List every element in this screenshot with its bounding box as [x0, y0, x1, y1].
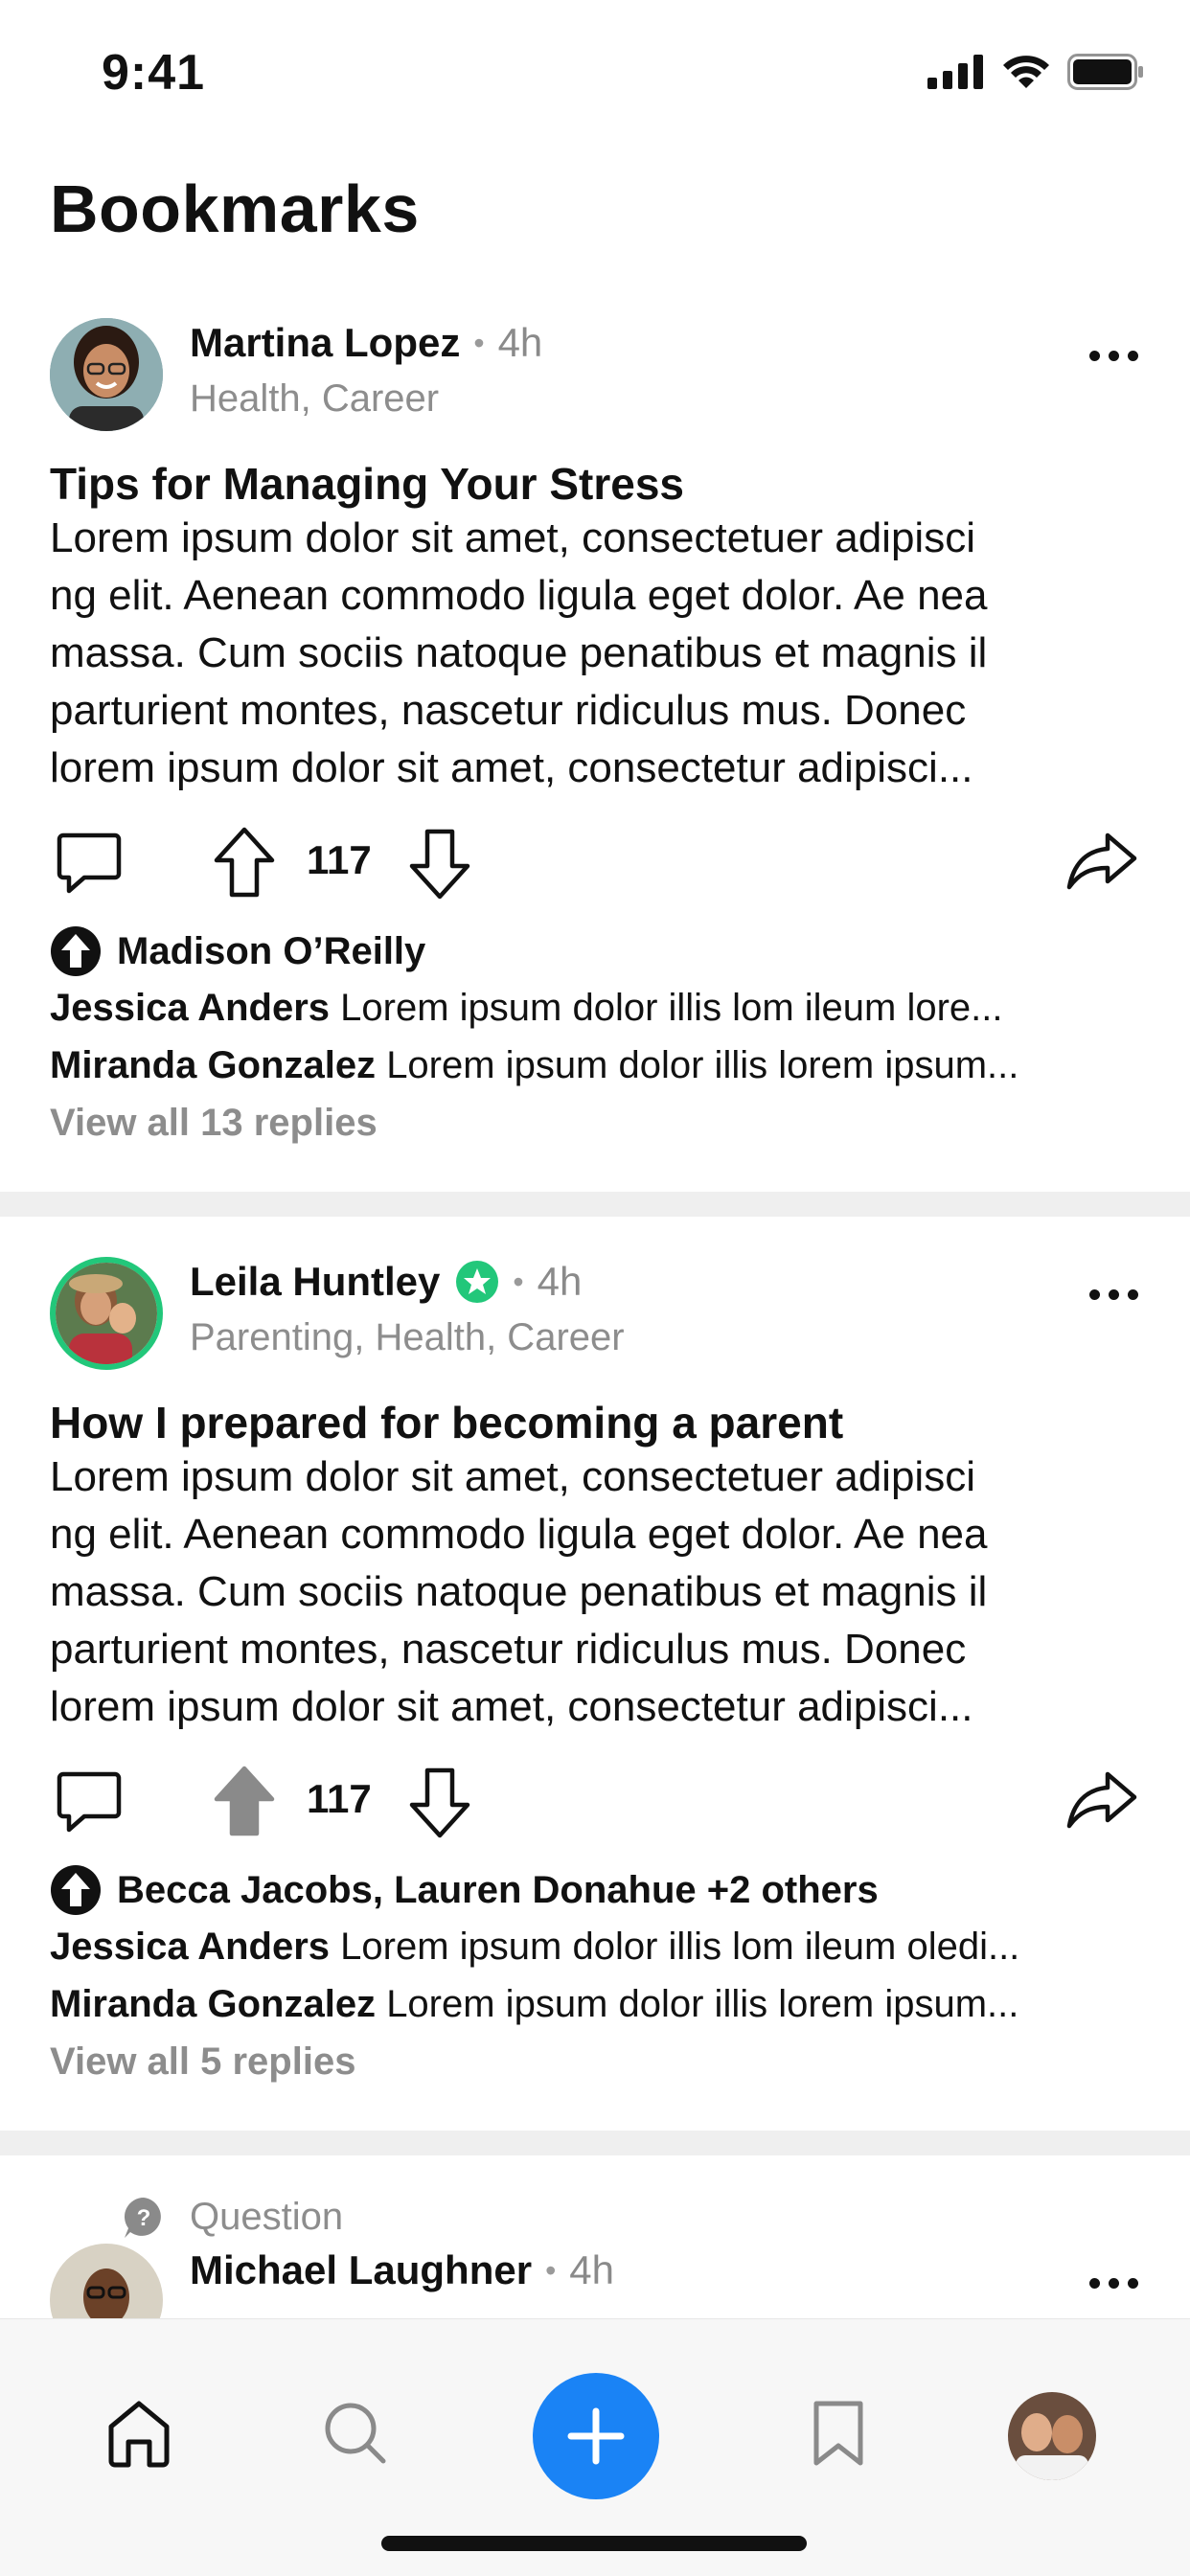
post-topics: Health, Career	[190, 377, 440, 420]
question-icon: ?	[125, 2198, 161, 2238]
body-line: Lorem ipsum dolor sit amet, consectetuer…	[50, 514, 975, 561]
body-line: parturient montes, nascetur ridiculus mu…	[50, 687, 967, 734]
post-time: 4h	[569, 2247, 614, 2292]
home-indicator	[381, 2536, 807, 2551]
author-row: Leila Huntley • 4h	[190, 1259, 582, 1305]
more-options-icon[interactable]	[1089, 351, 1138, 361]
post-time: 4h	[537, 1259, 583, 1304]
post-card[interactable]: Martina Lopez • 4h Health, Career Tips f…	[0, 307, 1190, 1192]
author-row: Michael Laughner • 4h	[190, 2247, 614, 2293]
reply-preview[interactable]: Jessica Anders Lorem ipsum dolor illis l…	[50, 987, 1142, 1030]
profile-avatar[interactable]	[1008, 2392, 1096, 2480]
post-actions: 117	[50, 826, 1142, 902]
create-post-button[interactable]	[533, 2373, 659, 2499]
wifi-icon	[1003, 56, 1049, 88]
share-icon[interactable]	[1065, 1768, 1138, 1832]
post-body[interactable]: Lorem ipsum dolor sit amet, consectetuer…	[50, 1448, 1142, 1736]
upvote-badge-icon	[51, 1865, 101, 1915]
reply-text: Lorem ipsum dolor illis lorem ipsum...	[386, 1983, 1019, 2025]
author-avatar[interactable]	[50, 1257, 163, 1370]
reply-author: Miranda Gonzalez	[50, 1044, 377, 1086]
view-all-replies-link[interactable]: View all 5 replies	[50, 2040, 355, 2084]
more-options-icon[interactable]	[1089, 1289, 1138, 1300]
reply-author: Jessica Anders	[50, 987, 331, 1029]
reply-text: Lorem ipsum dolor illis lom ileum lore..…	[340, 987, 1003, 1029]
separator-dot: •	[545, 2252, 557, 2288]
status-time: 9:41	[102, 45, 206, 101]
page-title: Bookmarks	[50, 171, 420, 246]
search-icon[interactable]	[322, 2400, 389, 2467]
upvoted-by-row[interactable]: Becca Jacobs, Lauren Donahue +2 others	[50, 1864, 879, 1916]
author-avatar[interactable]	[50, 318, 163, 431]
author-row: Martina Lopez • 4h	[190, 320, 542, 366]
post-title[interactable]: Tips for Managing Your Stress	[50, 458, 684, 510]
reply-text: Lorem ipsum dolor illis lorem ipsum...	[386, 1044, 1019, 1086]
separator-dot: •	[473, 325, 485, 360]
share-icon[interactable]	[1065, 830, 1138, 893]
reply-text: Lorem ipsum dolor illis lom ileum oledi.…	[340, 1926, 1020, 1968]
post-actions: 117	[50, 1765, 1142, 1841]
body-line: massa. Cum sociis natoque penatibus et m…	[50, 1568, 988, 1615]
author-name[interactable]: Leila Huntley	[190, 1259, 440, 1305]
post-body[interactable]: Lorem ipsum dolor sit amet, consectetuer…	[50, 510, 1142, 797]
downvote-icon[interactable]	[406, 828, 473, 900]
tab-bar	[0, 2318, 1190, 2576]
post-card[interactable]: ? Question Michael Laughner • 4h	[0, 2155, 1190, 2318]
body-line: lorem ipsum dolor sit amet, consectetur …	[50, 744, 973, 791]
upvote-icon[interactable]	[211, 826, 278, 899]
comment-icon[interactable]	[56, 830, 123, 897]
upvoted-by: Madison O’Reilly	[117, 929, 426, 972]
upvoted-by: Becca Jacobs, Lauren Donahue +2 others	[117, 1868, 879, 1911]
downvote-icon[interactable]	[406, 1767, 473, 1839]
separator-dot: •	[513, 1264, 524, 1299]
plus-icon	[567, 2407, 625, 2465]
reply-preview[interactable]: Miranda Gonzalez Lorem ipsum dolor illis…	[50, 1983, 1142, 2026]
body-line: massa. Cum sociis natoque penatibus et m…	[50, 629, 988, 676]
body-line: lorem ipsum dolor sit amet, consectetur …	[50, 1683, 973, 1730]
upvote-filled-icon[interactable]	[211, 1765, 278, 1837]
post-time: 4h	[497, 320, 543, 365]
reply-author: Jessica Anders	[50, 1926, 331, 1968]
reply-preview[interactable]: Miranda Gonzalez Lorem ipsum dolor illis…	[50, 1044, 1142, 1087]
comment-icon[interactable]	[56, 1768, 123, 1835]
reply-preview[interactable]: Jessica Anders Lorem ipsum dolor illis l…	[50, 1926, 1142, 1969]
verified-star-icon	[456, 1261, 499, 1303]
upvote-badge-icon	[51, 926, 101, 976]
view-all-replies-link[interactable]: View all 13 replies	[50, 1102, 378, 1145]
battery-icon	[1067, 54, 1143, 90]
post-card[interactable]: Leila Huntley • 4h Parenting, Health, Ca…	[0, 1217, 1190, 2127]
body-line: ng elit. Aenean commodo ligula eget dolo…	[50, 1511, 988, 1558]
status-icons	[927, 54, 1144, 90]
svg-text:?: ?	[137, 2205, 151, 2231]
body-line: Lorem ipsum dolor sit amet, consectetuer…	[50, 1453, 975, 1500]
more-options-icon[interactable]	[1089, 2278, 1138, 2289]
cellular-signal-icon	[927, 55, 983, 89]
post-divider	[0, 1192, 1190, 1217]
reply-author: Miranda Gonzalez	[50, 1983, 377, 2025]
home-icon[interactable]	[105, 2398, 172, 2469]
post-title[interactable]: How I prepared for becoming a parent	[50, 1397, 843, 1448]
status-bar: 9:41	[0, 0, 1190, 144]
upvoted-by-row[interactable]: Madison O’Reilly	[50, 925, 425, 977]
post-label: Question	[190, 2196, 344, 2238]
author-name[interactable]: Michael Laughner	[190, 2247, 532, 2293]
author-avatar[interactable]	[50, 2244, 163, 2318]
author-name[interactable]: Martina Lopez	[190, 320, 460, 366]
vote-count: 117	[307, 837, 372, 882]
post-divider	[0, 2131, 1190, 2155]
body-line: parturient montes, nascetur ridiculus mu…	[50, 1626, 967, 1673]
post-topics: Parenting, Health, Career	[190, 1316, 625, 1358]
vote-count: 117	[307, 1776, 372, 1821]
bookmark-icon[interactable]	[811, 2398, 866, 2469]
body-line: ng elit. Aenean commodo ligula eget dolo…	[50, 572, 988, 619]
